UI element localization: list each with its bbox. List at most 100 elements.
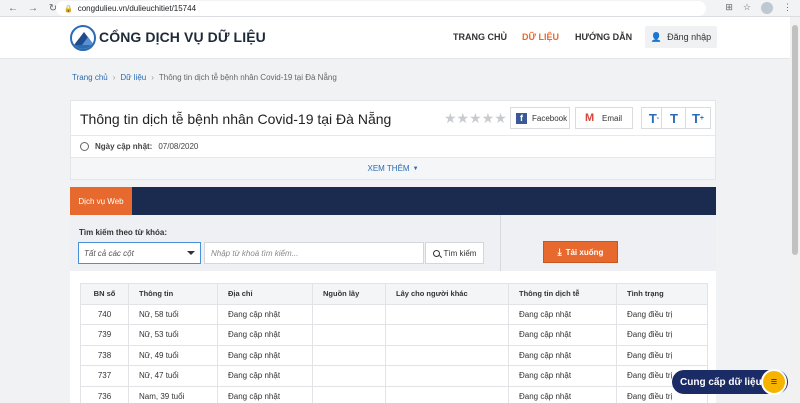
cell: Đang điều trị — [616, 303, 708, 325]
document-icon[interactable]: ≡ — [761, 369, 787, 395]
font-reset-button[interactable]: T — [661, 107, 687, 129]
cell: Đang cập nhật — [508, 303, 617, 325]
table-row[interactable]: 739 Nữ, 53 tuổi Đang cập nhật Đang cập n… — [80, 324, 708, 346]
nav-data[interactable]: DỮ LIỆU — [522, 32, 559, 42]
cell: 738 — [80, 344, 129, 366]
keyword-input[interactable]: Nhập từ khoá tìm kiếm... — [204, 242, 424, 264]
cell: Đang cập nhật — [508, 385, 617, 403]
cell: Đang cập nhật — [508, 365, 617, 387]
breadcrumb-current: Thông tin dịch tễ bệnh nhân Covid-19 tại… — [158, 73, 337, 82]
col-header[interactable]: Tình trạng — [616, 283, 708, 305]
cell: Nữ, 58 tuổi — [128, 303, 218, 325]
font-increase-button[interactable]: T + — [685, 107, 711, 129]
address-bar[interactable]: 🔒 congdulieu.vn/dulieuchitiet/15744 — [56, 1, 706, 16]
column-select[interactable]: Tất cả các cột — [78, 242, 201, 264]
column-select-value: Tất cả các cột — [84, 248, 134, 258]
table-row[interactable]: 737 Nữ, 47 tuổi Đang cập nhật Đang cập n… — [80, 365, 708, 387]
col-header[interactable]: Lây cho người khác — [385, 283, 509, 305]
scrollbar-thumb[interactable] — [792, 25, 798, 255]
cell: 740 — [80, 303, 129, 325]
data-table-container: BN số Thông tin Địa chỉ Nguồn lây Lây ch… — [70, 271, 716, 403]
update-label: Ngày cập nhật: — [95, 142, 153, 151]
cell: Đang cập nhật — [217, 365, 313, 387]
site-logo[interactable] — [70, 25, 96, 51]
profile-icon[interactable] — [761, 2, 773, 14]
col-header[interactable]: Thông tin — [128, 283, 218, 305]
page-title: Thông tin dịch tễ bệnh nhân Covid-19 tại… — [80, 111, 392, 127]
site-header: CỔNG DỊCH VỤ DỮ LIỆU TRANG CHỦ DỮ LIỆU H… — [0, 17, 790, 59]
col-header[interactable]: Thông tin dịch tễ — [508, 283, 617, 305]
view-more-button[interactable]: XEM THÊM ▼ — [71, 157, 715, 179]
breadcrumb: Trang chủ › Dữ liệu › Thông tin dịch tễ bệnh… — [72, 73, 337, 82]
cell — [385, 344, 509, 366]
nav-home[interactable]: TRANG CHỦ — [453, 32, 507, 42]
nav-guide[interactable]: HƯỚNG DẪN — [575, 32, 632, 42]
cell — [312, 324, 386, 346]
table-row[interactable]: 738 Nữ, 49 tuổi Đang cập nhật Đang cập n… — [80, 344, 708, 366]
gmail-icon: M — [585, 112, 595, 124]
search-icon — [432, 249, 440, 257]
cell: Đang cập nhật — [217, 324, 313, 346]
col-header[interactable]: Nguồn lây — [312, 283, 386, 305]
cell — [312, 344, 386, 366]
cell: 739 — [80, 324, 129, 346]
back-icon[interactable]: ← — [6, 3, 20, 14]
cell — [312, 385, 386, 403]
facebook-icon: f — [516, 112, 527, 124]
cell — [385, 303, 509, 325]
search-panel: Tìm kiếm theo từ khóa: Tất cả các cột Nh… — [70, 215, 716, 271]
cell — [312, 365, 386, 387]
dataset-card: Thông tin dịch tễ bệnh nhân Covid-19 tại… — [70, 100, 716, 180]
cell: Đang cập nhật — [217, 344, 313, 366]
translate-icon[interactable]: ⊞ — [725, 2, 733, 14]
rating-stars[interactable]: ★★★★★ — [444, 110, 507, 127]
caret-down-icon: ▼ — [412, 165, 419, 172]
search-button-label: Tìm kiếm — [443, 248, 477, 258]
menu-icon[interactable]: ⋮ — [783, 2, 792, 14]
cell: Đang cập nhật — [217, 385, 313, 403]
download-label: Tải xuống — [565, 247, 604, 257]
cell — [385, 365, 509, 387]
cell: Đang cập nhật — [508, 344, 617, 366]
cell: Đang điều trị — [616, 324, 708, 346]
facebook-label: Facebook — [532, 113, 568, 123]
table-row[interactable]: 740 Nữ, 58 tuổi Đang cập nhật Đang cập n… — [80, 303, 708, 325]
cell: Đang cập nhật — [508, 324, 617, 346]
brand-name[interactable]: CỔNG DỊCH VỤ DỮ LIỆU — [99, 29, 266, 45]
keyword-placeholder: Nhập từ khoá tìm kiếm... — [211, 248, 299, 258]
search-button[interactable]: Tìm kiếm — [425, 242, 484, 264]
col-header[interactable]: BN số — [80, 283, 129, 305]
email-share-button[interactable]: M Email — [575, 107, 633, 129]
provide-data-label: Cung cấp dữ liệu — [680, 376, 762, 388]
clock-icon — [80, 142, 89, 151]
email-label: Email — [602, 113, 623, 123]
update-date: Ngày cập nhật: 07/08/2020 — [80, 142, 198, 151]
update-value: 07/08/2020 — [158, 142, 199, 151]
download-icon: ⤓ — [557, 246, 562, 257]
col-header[interactable]: Địa chỉ — [217, 283, 313, 305]
user-icon: 👤 — [650, 31, 663, 42]
page-scrollbar[interactable] — [790, 17, 800, 403]
cell — [312, 303, 386, 325]
breadcrumb-data[interactable]: Dữ liệu — [120, 73, 146, 82]
login-button[interactable]: 👤 Đăng nhập — [645, 26, 717, 48]
browser-toolbar: ← → ↻ 🔒 congdulieu.vn/dulieuchitiet/1574… — [0, 0, 800, 17]
view-more-label: XEM THÊM — [367, 164, 410, 173]
data-table: BN số Thông tin Địa chỉ Nguồn lây Lây ch… — [80, 283, 708, 403]
facebook-share-button[interactable]: f Facebook — [510, 107, 570, 129]
cell: Nữ, 47 tuổi — [128, 365, 218, 387]
cell: Nữ, 49 tuổi — [128, 344, 218, 366]
select-caret-icon — [187, 251, 195, 255]
table-row[interactable]: 736 Nam, 39 tuổi Đang cập nhật Đang cập … — [80, 385, 708, 403]
table-header-row: BN số Thông tin Địa chỉ Nguồn lây Lây ch… — [80, 283, 708, 305]
breadcrumb-home[interactable]: Trang chủ — [72, 73, 108, 82]
tab-web-service[interactable]: Dịch vụ Web — [70, 187, 132, 220]
forward-icon[interactable]: → — [26, 3, 40, 14]
star-icon[interactable]: ☆ — [743, 2, 751, 14]
download-button[interactable]: ⤓ Tải xuống — [543, 241, 618, 263]
login-label: Đăng nhập — [667, 32, 712, 42]
cell: Nữ, 53 tuổi — [128, 324, 218, 346]
cell — [385, 324, 509, 346]
cell: Nam, 39 tuổi — [128, 385, 218, 403]
url-text: congdulieu.vn/dulieuchitiet/15744 — [77, 4, 197, 13]
